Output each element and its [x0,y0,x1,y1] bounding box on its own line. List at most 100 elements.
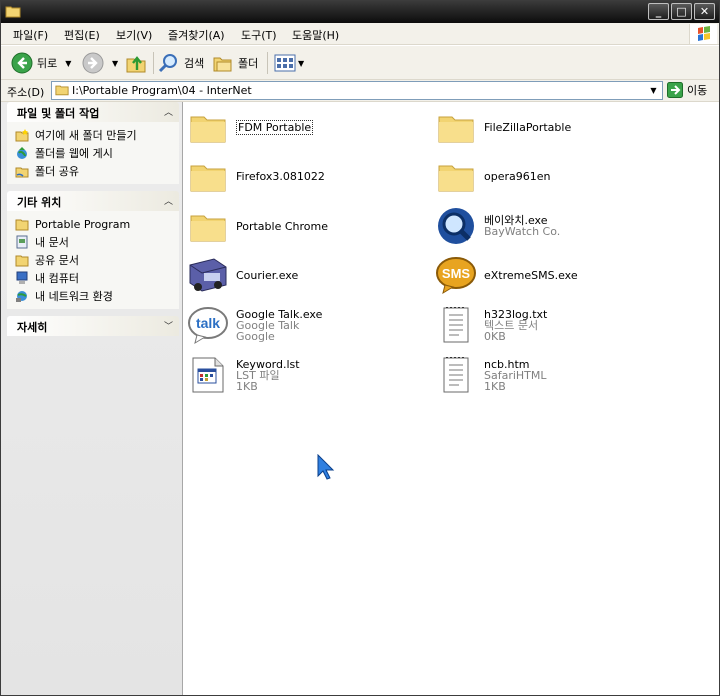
menu-file[interactable]: 파일(F) [13,27,48,43]
title-bar[interactable]: _ □ ✕ [1,1,719,23]
file-item-keyword-lst[interactable]: Keyword.lst LST 파일 1KB [186,352,300,398]
back-button[interactable]: 뒤로 ▼ [11,52,71,74]
views-icon [274,54,296,72]
task-share-folder[interactable]: 폴더 공유 [7,162,179,180]
maximize-button[interactable]: □ [671,3,692,20]
chevron-down-icon[interactable]: ▼ [298,59,304,68]
menu-tools[interactable]: 도구(T) [241,27,277,43]
toolbar-separator [153,52,154,74]
task-new-folder[interactable]: 여기에 새 폴더 만들기 [7,126,179,144]
sms-icon: SMS [436,257,476,295]
baywatch-icon [438,208,474,244]
courier-truck-icon [189,258,227,292]
panel-title: 자세히 [17,321,48,334]
folder-icon [190,165,226,192]
explorer-window: _ □ ✕ 파일(F) 편집(E) 보기(V) 즐겨찾기(A) 도구(T) 도움… [0,0,720,696]
toolbar: 뒤로 ▼ ▼ 검색 폴더 ▼ [1,46,719,80]
folder-icon [190,116,226,143]
publish-web-icon [17,147,27,159]
place-my-computer[interactable]: 내 컴퓨터 [7,269,179,287]
address-bar: 주소(D) I:\Portable Program\04 - InterNet … [1,80,719,102]
forward-button[interactable]: ▼ [82,52,118,74]
file-item-fdm-portable[interactable]: FDM Portable [186,104,314,150]
share-folder-icon [15,167,29,178]
place-my-documents[interactable]: 내 문서 [7,233,179,251]
chevron-down-icon[interactable]: ▼ [65,59,71,68]
address-dropdown-icon[interactable]: ▼ [646,83,661,98]
shared-documents-icon [15,255,29,267]
place-label: 공유 문서 [35,254,79,267]
menu-help[interactable]: 도움말(H) [292,27,339,43]
search-icon [158,54,177,73]
folder-icon [190,215,226,242]
place-label: 내 문서 [35,236,69,249]
other-places-header[interactable]: 기타 위치 ︿ [7,191,179,211]
task-label: 폴더를 웹에 게시 [35,147,113,160]
place-shared-documents[interactable]: 공유 문서 [7,251,179,269]
folder-icon [15,219,29,231]
up-folder-icon [126,56,146,73]
file-type: SafariHTML [484,368,547,382]
search-button[interactable]: 검색 [158,52,204,74]
chevron-up-icon[interactable]: ︿ [164,105,173,118]
file-size: 0KB [484,329,506,343]
go-button[interactable]: 이동 [667,82,707,98]
close-button[interactable]: ✕ [694,3,715,20]
file-name: Portable Chrome [236,219,328,233]
file-item-google-talk[interactable]: talk Google Talk.exe Google Talk Google [186,302,322,348]
up-folder-button[interactable] [125,52,147,74]
toolbar-separator [267,52,268,74]
file-item-filezilla[interactable]: FileZillaPortable [434,104,571,150]
file-name: FDM Portable [236,119,314,135]
file-company: BayWatch Co. [484,225,561,238]
file-item-baywatch[interactable]: 베이와치.exe BayWatch Co. [434,203,560,249]
forward-arrow-icon [82,52,104,74]
folders-button[interactable]: 폴더 [212,52,258,74]
file-tasks-body: 여기에 새 폴더 만들기 폴더를 웹에 게시 폴더 공유 [7,122,179,184]
go-label: 이동 [687,84,708,97]
text-document-icon [443,307,469,343]
menu-edit[interactable]: 편집(E) [64,27,100,43]
file-item-portable-chrome[interactable]: Portable Chrome [186,203,328,249]
task-publish-web[interactable]: 폴더를 웹에 게시 [7,144,179,162]
file-item-firefox[interactable]: Firefox3.081022 [186,153,325,199]
menu-view[interactable]: 보기(V) [116,27,152,43]
menu-favorites[interactable]: 즐겨찾기(A) [168,27,225,43]
folder-icon [5,6,21,18]
chevron-up-icon[interactable]: ︿ [164,194,173,207]
html-document-icon [443,357,469,393]
views-button[interactable]: ▼ [274,52,304,74]
place-network[interactable]: 내 네트워크 환경 [7,287,179,305]
file-size: 1KB [236,379,258,393]
chevron-down-icon[interactable]: ▼ [112,59,118,68]
minimize-button[interactable]: _ [648,3,669,20]
file-item-h323log[interactable]: h323log.txt 텍스트 문서 0KB [434,302,547,348]
file-name: Courier.exe [236,268,299,282]
details-panel: 자세히 ﹀ [7,316,179,336]
svg-text:SMS: SMS [442,266,471,281]
file-name: ncb.htm [484,357,530,371]
other-places-body: Portable Program 내 문서 공유 문서 내 컴퓨터 내 네트워크… [7,211,179,309]
file-size: 1KB [484,379,506,393]
folder-icon [438,165,474,192]
mouse-cursor-icon [317,454,335,480]
details-header[interactable]: 자세히 ﹀ [7,316,179,336]
file-type: LST 파일 [236,368,280,382]
file-tasks-panel: 파일 및 폴더 작업 ︿ 여기에 새 폴더 만들기 폴더를 웹에 게시 폴더 공… [7,102,179,184]
search-label: 검색 [184,57,205,70]
svg-text:talk: talk [196,315,220,331]
file-view[interactable]: FDM Portable FileZillaPortable Firefox3.… [184,102,719,695]
file-name: opera961en [484,169,551,183]
file-item-opera[interactable]: opera961en [434,153,550,199]
file-item-ncb-htm[interactable]: ncb.htm SafariHTML 1KB [434,352,547,398]
address-input[interactable]: I:\Portable Program\04 - InterNet ▼ [51,81,663,100]
file-tasks-header[interactable]: 파일 및 폴더 작업 ︿ [7,102,179,122]
file-name: FileZillaPortable [484,120,572,134]
chevron-down-icon[interactable]: ﹀ [164,319,173,332]
back-label: 뒤로 [37,57,58,70]
task-pane: 파일 및 폴더 작업 ︿ 여기에 새 폴더 만들기 폴더를 웹에 게시 폴더 공… [1,102,183,695]
file-item-courier[interactable]: Courier.exe [186,252,298,298]
lst-file-icon [192,357,224,393]
file-item-extremesms[interactable]: SMS eXtremeSMS.exe [434,252,578,298]
place-portable-program[interactable]: Portable Program [7,215,179,233]
